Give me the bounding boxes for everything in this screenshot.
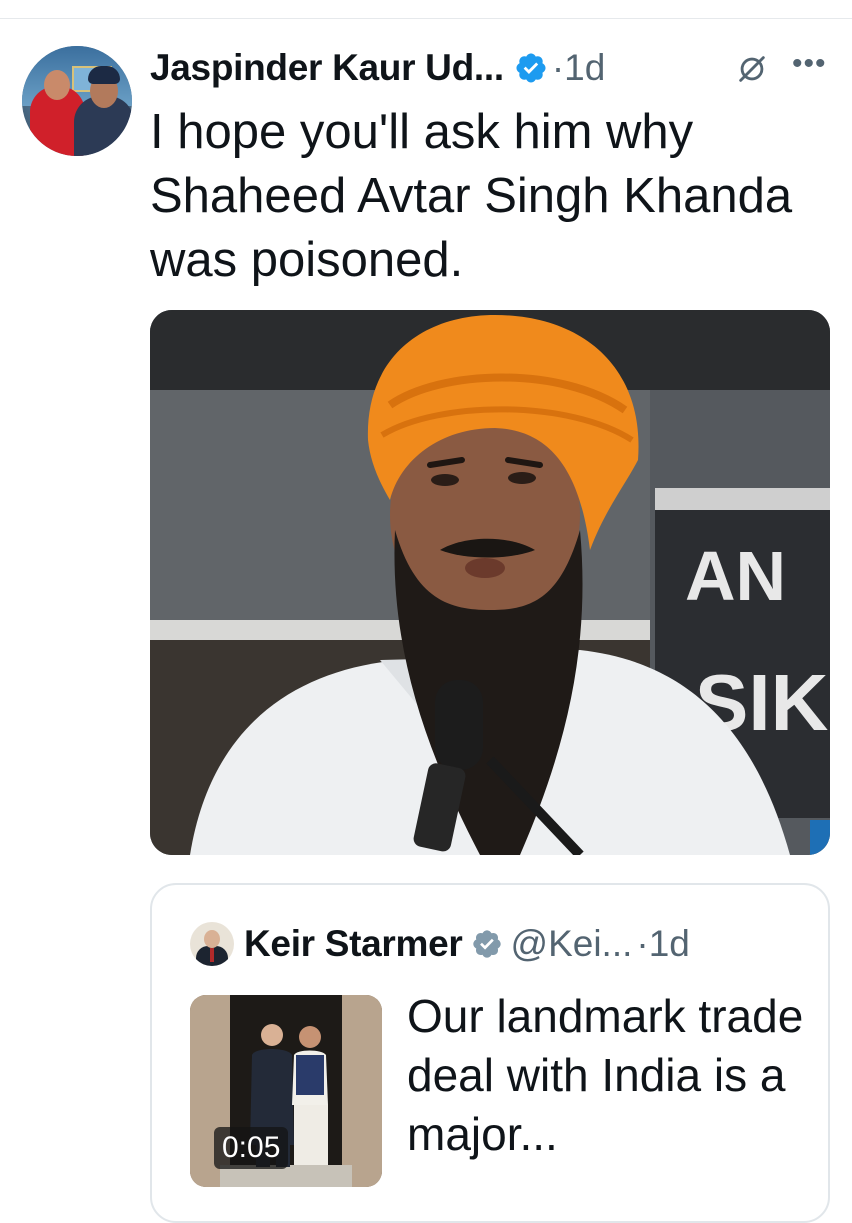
gray-verified-badge-icon (472, 930, 501, 958)
quoted-tweet[interactable]: Keir Starmer @Kei... · 1d 0:05 Our landm… (150, 883, 830, 1223)
author-name[interactable]: Jaspinder Kaur Ud... (150, 47, 504, 89)
quoted-author-handle: @Kei... (510, 923, 633, 964)
video-duration: 0:05 (214, 1127, 289, 1169)
tweet[interactable]: Jaspinder Kaur Ud... · 1d ••• I hope you… (0, 0, 852, 1223)
separator-dot: · (551, 47, 565, 88)
quoted-tweet-header: Keir Starmer @Kei... · 1d (190, 922, 690, 966)
quoted-separator-dot: · (636, 923, 649, 964)
tweet-header: Jaspinder Kaur Ud... · 1d (150, 44, 605, 92)
quoted-author-avatar (190, 922, 234, 966)
tweet-text: I hope you'll ask him why Shaheed Avtar … (150, 105, 793, 287)
tweet-media-image[interactable]: AN SIK (150, 310, 830, 855)
banner-text-line1: AN (685, 537, 786, 615)
verified-badge-icon (516, 53, 546, 83)
more-options-icon[interactable]: ••• (792, 49, 827, 79)
quoted-tweet-text: Our landmark trade deal with India is a … (407, 990, 804, 1160)
quoted-tweet-time: 1d (648, 923, 690, 964)
quoted-author-name: Keir Starmer (244, 923, 463, 964)
quoted-video-thumbnail[interactable]: 0:05 (190, 995, 382, 1187)
author-avatar[interactable] (22, 46, 132, 156)
grok-icon[interactable] (735, 52, 769, 86)
tweet-time[interactable]: 1d (564, 47, 605, 89)
